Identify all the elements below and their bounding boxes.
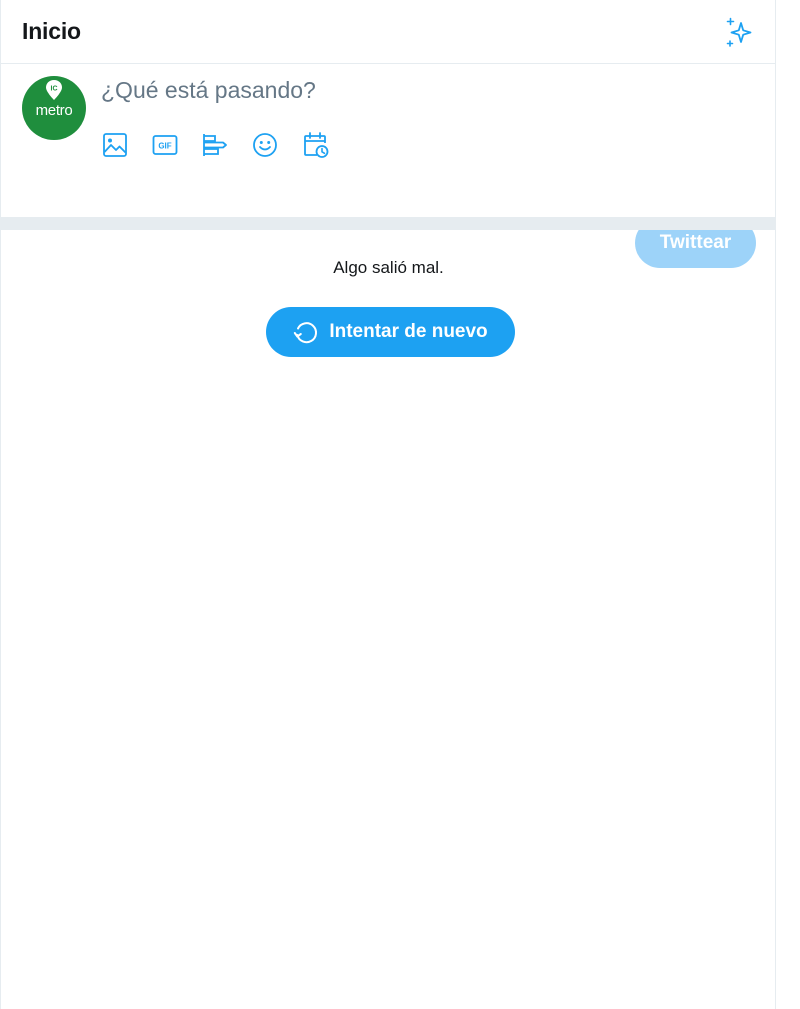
retry-button[interactable]: Intentar de nuevo — [266, 307, 515, 357]
top-tweets-button[interactable] — [721, 14, 757, 50]
poll-icon — [203, 134, 227, 156]
tweet-input[interactable] — [101, 72, 741, 108]
schedule-icon — [304, 132, 329, 158]
emoji-button[interactable] — [248, 128, 282, 162]
avatar[interactable]: IC metro — [22, 76, 86, 140]
image-icon — [103, 133, 127, 157]
emoji-icon — [253, 133, 277, 157]
page-title: Inicio — [22, 18, 81, 44]
refresh-icon — [294, 322, 318, 344]
poll-button[interactable] — [198, 128, 232, 162]
sparkle-icon — [726, 17, 752, 47]
error-message: Algo salió mal. — [333, 258, 444, 277]
tweet-composer: IC metro GIF — [1, 64, 775, 268]
location-pin-icon: IC — [46, 80, 62, 100]
retry-label: Intentar de nuevo — [329, 321, 488, 342]
svg-text:IC: IC — [51, 86, 58, 93]
header: Inicio — [1, 0, 775, 64]
schedule-button[interactable] — [299, 128, 333, 162]
avatar-logo-text: metro — [35, 102, 73, 119]
home-timeline-column: Inicio IC metro ¿Qué está pasando? GIF T… — [0, 0, 776, 1009]
media-button[interactable] — [98, 128, 132, 162]
section-divider — [1, 217, 776, 230]
gif-icon: GIF — [152, 135, 178, 155]
gif-button[interactable]: GIF — [148, 128, 182, 162]
svg-text:GIF: GIF — [158, 142, 171, 151]
